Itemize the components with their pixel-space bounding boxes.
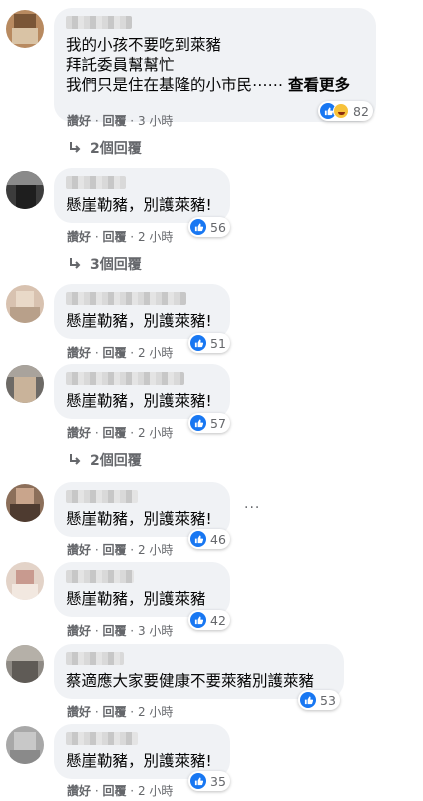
timestamp[interactable]: 3 小時 <box>138 624 173 638</box>
comment-bubble: 蔡適應大家要健康不要萊豬別護萊豬 <box>54 644 344 699</box>
comment-text: 懸崖勒豬，別護萊豬! <box>66 392 212 410</box>
avatar[interactable] <box>6 10 44 48</box>
thumbs-up-icon <box>190 335 206 351</box>
thumbs-up-icon <box>190 219 206 235</box>
comment-actions: 讚好 · 回覆 · 2 小時 <box>67 543 174 557</box>
comment-text: 懸崖勒豬，別護萊豬 <box>66 590 206 608</box>
thumbs-up-icon <box>190 415 206 431</box>
reply-button[interactable]: 回覆 <box>102 426 126 440</box>
avatar[interactable] <box>6 285 44 323</box>
reaction-count[interactable]: 46 <box>188 529 230 549</box>
avatar[interactable] <box>6 484 44 522</box>
thumbs-up-icon <box>190 773 206 789</box>
avatar[interactable] <box>6 562 44 600</box>
reply-button[interactable]: 回覆 <box>102 114 126 128</box>
like-button[interactable]: 讚好 <box>67 784 91 798</box>
avatar[interactable] <box>6 171 44 209</box>
comment-actions: 讚好 · 回覆 · 2 小時 <box>67 784 174 798</box>
comment-text: 懸崖勒豬，別護萊豬! <box>66 510 212 528</box>
view-replies-button[interactable]: 3個回覆 <box>68 254 142 274</box>
reaction-count[interactable]: 42 <box>188 610 230 630</box>
commenter-name[interactable] <box>66 490 138 503</box>
comment-actions: 讚好 · 回覆 · 2 小時 <box>67 230 174 244</box>
comment-text: 我的小孩不要吃到萊豬 拜託委員幫幫忙 我們只是住在基隆的小市民⋯⋯ 查看更多 <box>66 36 350 94</box>
reply-button[interactable]: 回覆 <box>102 230 126 244</box>
reply-button[interactable]: 回覆 <box>102 784 126 798</box>
comment-bubble: 懸崖勒豬，別護萊豬 <box>54 562 230 617</box>
comment-text: 懸崖勒豬，別護萊豬! <box>66 752 212 770</box>
timestamp[interactable]: 2 小時 <box>138 705 173 719</box>
timestamp[interactable]: 2 小時 <box>138 230 173 244</box>
reply-arrow-icon <box>70 454 81 465</box>
like-button[interactable]: 讚好 <box>67 624 91 638</box>
avatar[interactable] <box>6 726 44 764</box>
comment-text: 蔡適應大家要健康不要萊豬別護萊豬 <box>66 672 315 690</box>
timestamp[interactable]: 2 小時 <box>138 543 173 557</box>
reply-button[interactable]: 回覆 <box>102 346 126 360</box>
comment-actions: 讚好 · 回覆 · 2 小時 <box>67 705 174 719</box>
reaction-count[interactable]: 82 <box>318 101 373 121</box>
avatar[interactable] <box>6 645 44 683</box>
commenter-name[interactable] <box>66 16 132 29</box>
like-button[interactable]: 讚好 <box>67 426 91 440</box>
reaction-count[interactable]: 53 <box>298 690 340 710</box>
comment-text: 懸崖勒豬，別護萊豬! <box>66 312 212 330</box>
reply-button[interactable]: 回覆 <box>102 705 126 719</box>
reaction-count[interactable]: 56 <box>188 217 230 237</box>
more-options-button[interactable]: ··· <box>244 500 260 516</box>
like-button[interactable]: 讚好 <box>67 114 91 128</box>
thumbs-up-icon <box>300 692 316 708</box>
reply-button[interactable]: 回覆 <box>102 624 126 638</box>
comment-actions: 讚好 · 回覆 · 3 小時 <box>67 624 174 638</box>
comment-bubble: 懸崖勒豬，別護萊豬! <box>54 364 230 419</box>
commenter-name[interactable] <box>66 176 126 189</box>
comment-bubble: 懸崖勒豬，別護萊豬! <box>54 284 230 339</box>
like-button[interactable]: 讚好 <box>67 346 91 360</box>
comment-actions: 讚好 · 回覆 · 3 小時 <box>67 114 174 128</box>
comment-text: 懸崖勒豬，別護萊豬! <box>66 196 212 214</box>
thumbs-up-icon <box>190 531 206 547</box>
view-replies-button[interactable]: 2個回覆 <box>68 450 142 470</box>
like-button[interactable]: 讚好 <box>67 230 91 244</box>
commenter-name[interactable] <box>66 652 124 665</box>
reaction-count[interactable]: 57 <box>188 413 230 433</box>
comment-actions: 讚好 · 回覆 · 2 小時 <box>67 426 174 440</box>
reply-arrow-icon <box>70 142 81 153</box>
thumbs-up-icon <box>190 612 206 628</box>
timestamp[interactable]: 3 小時 <box>138 114 173 128</box>
timestamp[interactable]: 2 小時 <box>138 426 173 440</box>
commenter-name[interactable] <box>66 292 186 305</box>
comment-bubble: 懸崖勒豬，別護萊豬! <box>54 168 230 223</box>
reply-arrow-icon <box>70 258 81 269</box>
reaction-count[interactable]: 35 <box>188 771 230 791</box>
commenter-name[interactable] <box>66 570 134 583</box>
reply-button[interactable]: 回覆 <box>102 543 126 557</box>
like-button[interactable]: 讚好 <box>67 543 91 557</box>
haha-face-icon <box>333 103 349 119</box>
comment-actions: 讚好 · 回覆 · 2 小時 <box>67 346 174 360</box>
commenter-name[interactable] <box>66 372 184 385</box>
avatar[interactable] <box>6 365 44 403</box>
see-more-link[interactable]: 查看更多 <box>288 76 350 94</box>
commenter-name[interactable] <box>66 732 138 745</box>
timestamp[interactable]: 2 小時 <box>138 784 173 798</box>
view-replies-button[interactable]: 2個回覆 <box>68 138 142 158</box>
timestamp[interactable]: 2 小時 <box>138 346 173 360</box>
reaction-count[interactable]: 51 <box>188 333 230 353</box>
like-button[interactable]: 讚好 <box>67 705 91 719</box>
